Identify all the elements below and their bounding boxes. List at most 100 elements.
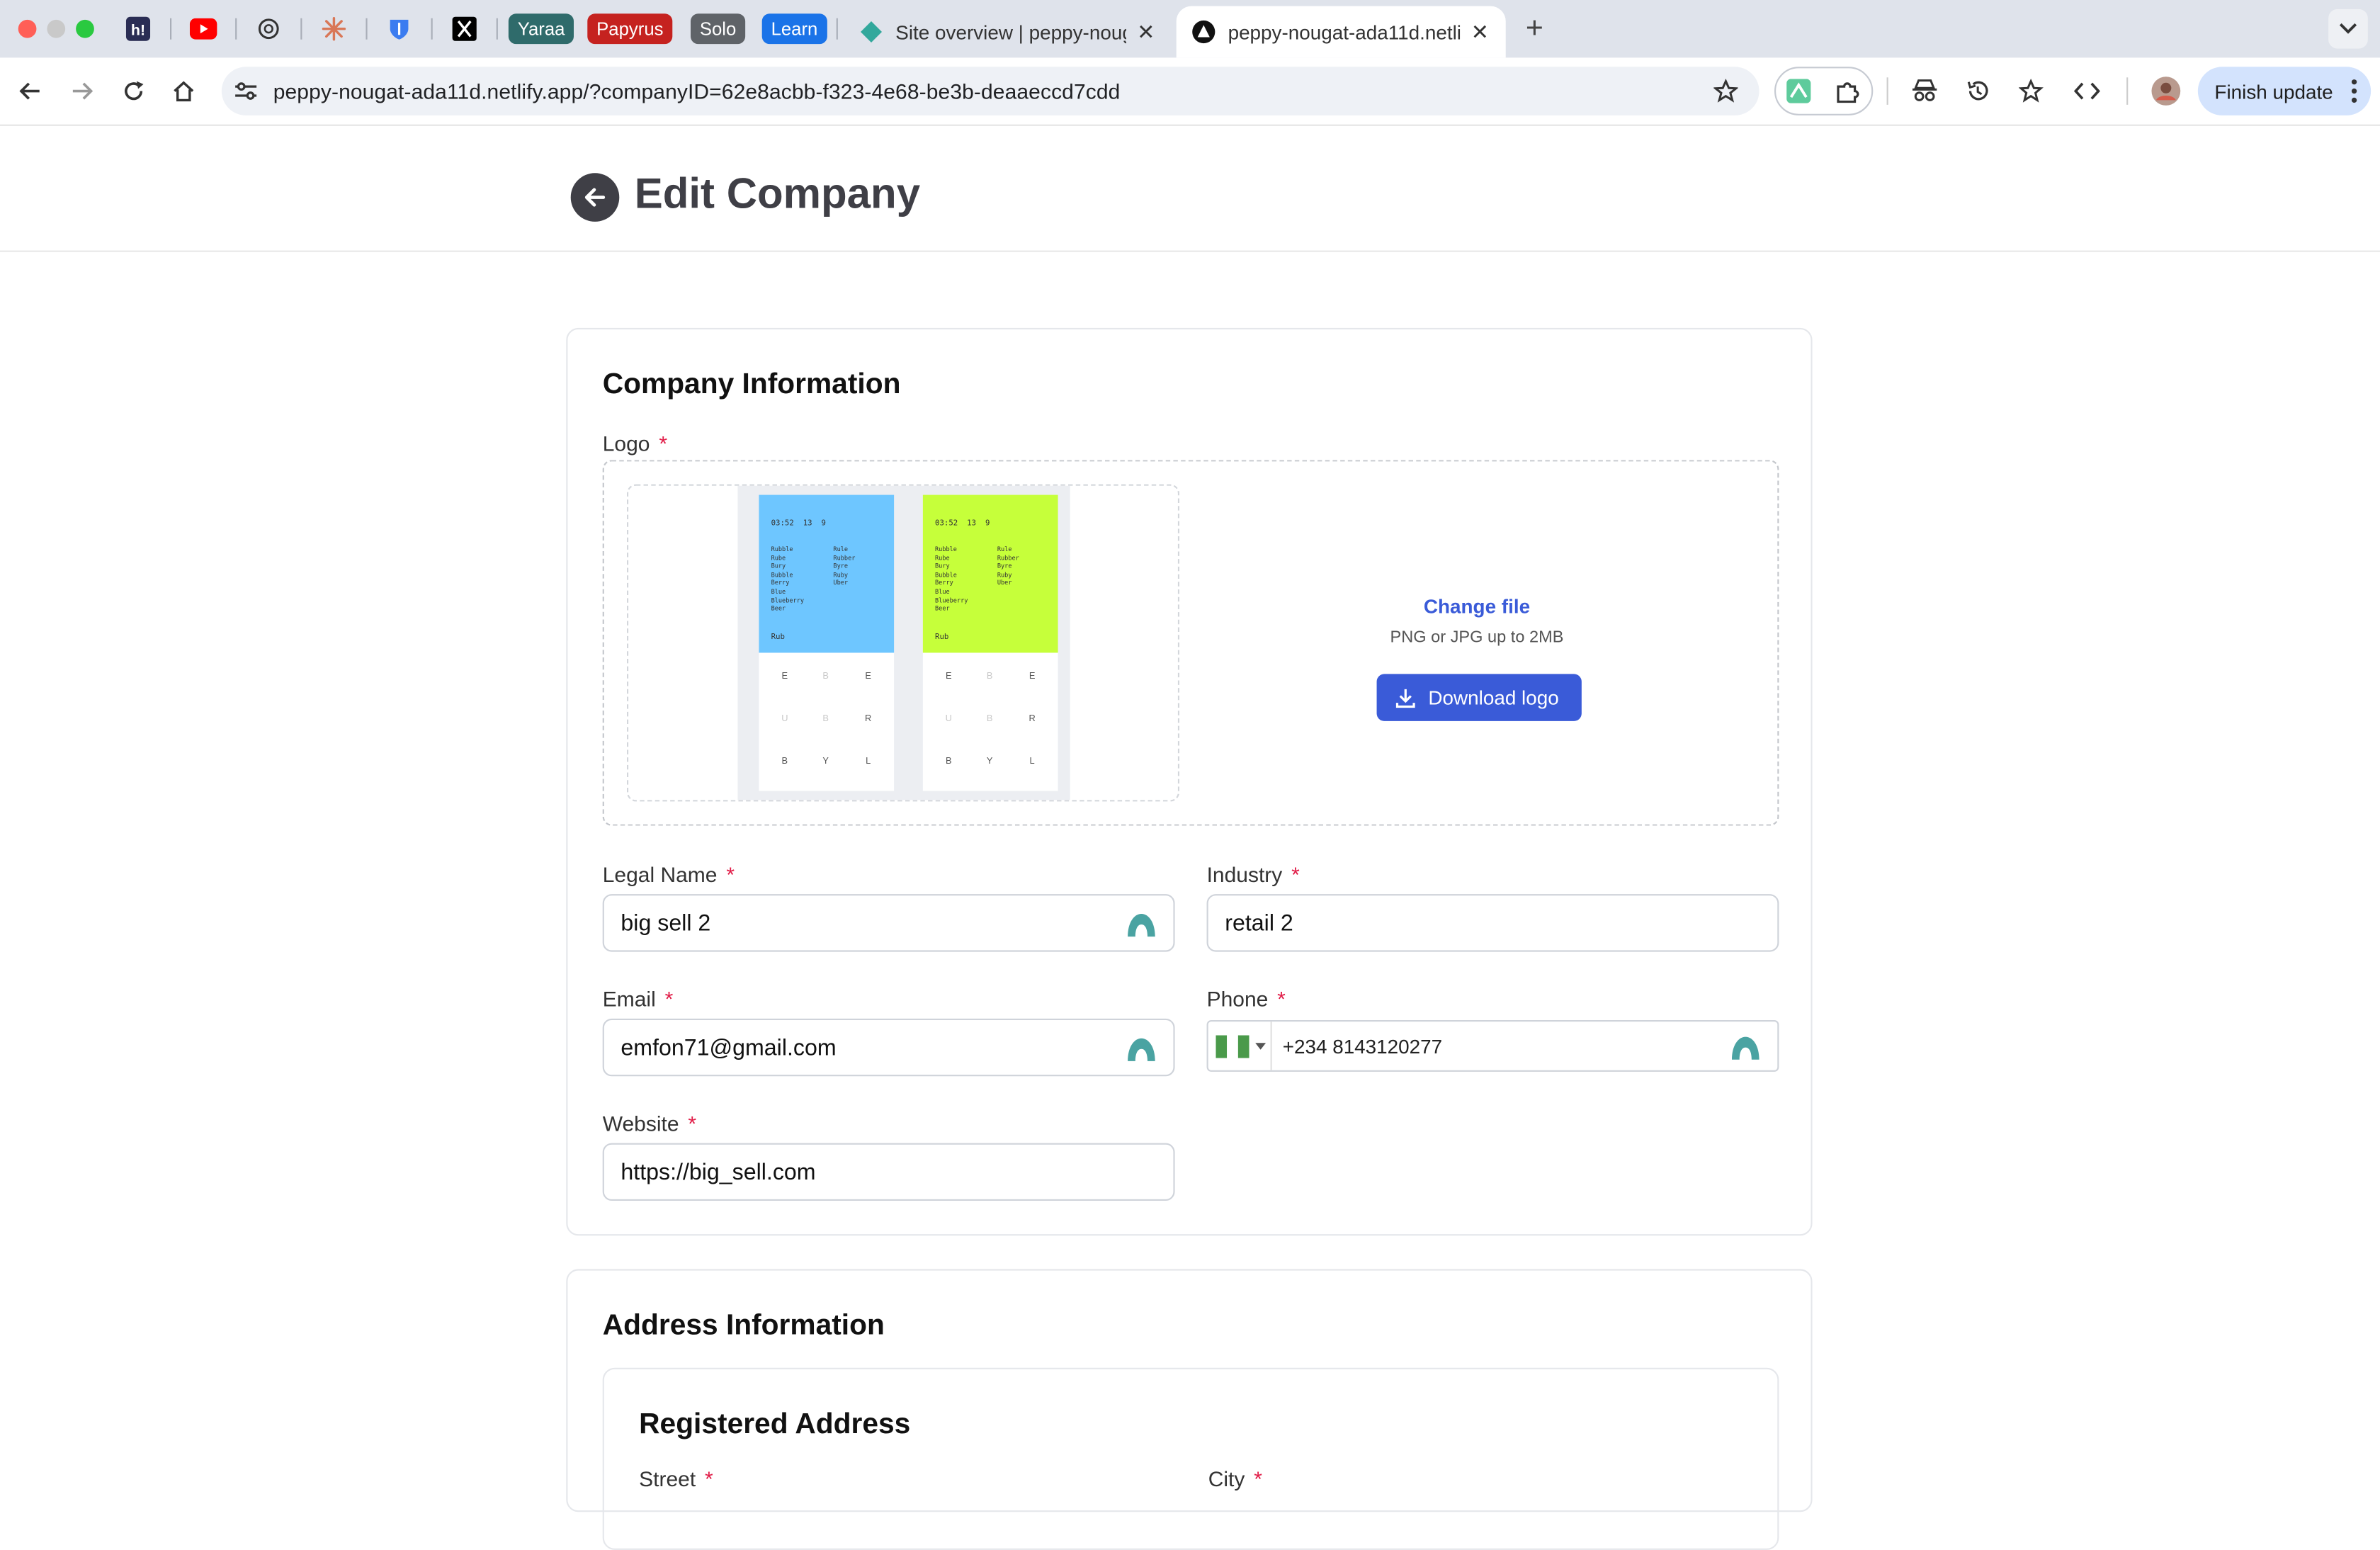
password-manager-icon[interactable] xyxy=(1730,1034,1761,1061)
home-button[interactable] xyxy=(167,74,200,108)
legal-name-input[interactable]: big sell 2 xyxy=(602,894,1175,952)
puzzle-icon[interactable] xyxy=(1835,79,1861,104)
devtools-button[interactable] xyxy=(2070,74,2104,108)
industry-value: retail 2 xyxy=(1225,910,1293,937)
pinned-tab-hashnode[interactable]: h! xyxy=(125,15,152,43)
phone-key: U xyxy=(781,715,788,725)
required-marker: * xyxy=(1291,862,1300,887)
required-marker: * xyxy=(726,862,735,887)
required-marker: * xyxy=(1277,986,1286,1012)
incognito-icon xyxy=(1912,79,1937,101)
close-icon[interactable]: ✕ xyxy=(1469,19,1490,45)
tab-search-button[interactable] xyxy=(2328,9,2368,49)
x-logo-icon xyxy=(452,16,477,41)
phone-key: E xyxy=(945,672,952,682)
hashnode-icon: h! xyxy=(125,16,151,41)
pinned-tab-x[interactable] xyxy=(450,15,478,43)
reload-button[interactable] xyxy=(117,74,150,108)
phone-time: 03:52 13 9 xyxy=(771,519,826,528)
site-favicon-icon xyxy=(1192,20,1216,44)
back-button[interactable] xyxy=(13,74,47,108)
browser-tab-strip: h! Yaraa Papyrus Solo Learn Site overvie… xyxy=(0,0,2380,58)
tab-group-learn[interactable]: Learn xyxy=(761,13,827,45)
url-text[interactable]: peppy-nougat-ada11d.netlify.app/?company… xyxy=(273,79,1121,103)
password-manager-icon[interactable] xyxy=(1126,1035,1157,1063)
phone-key: E xyxy=(865,672,871,682)
phone-key: B xyxy=(781,757,788,767)
industry-input[interactable]: retail 2 xyxy=(1206,894,1779,952)
pinned-tab-claude[interactable] xyxy=(320,15,348,43)
phone-input[interactable]: +234 8143120277 xyxy=(1206,1020,1779,1072)
required-marker: * xyxy=(659,431,668,456)
address-bar[interactable]: peppy-nougat-ada11d.netlify.app/?company… xyxy=(221,67,1760,115)
phone-footer-word: Rub xyxy=(771,633,785,643)
download-logo-button[interactable]: Download logo xyxy=(1376,674,1582,721)
tab-group-papyrus[interactable]: Papyrus xyxy=(587,13,673,45)
avatar-icon xyxy=(2151,77,2181,106)
close-icon[interactable]: ✕ xyxy=(1135,19,1157,45)
tab-title: Site overview | peppy-nougat xyxy=(895,20,1126,44)
change-file-link[interactable]: Change file xyxy=(1424,595,1530,618)
required-marker: * xyxy=(1254,1466,1262,1491)
claude-icon xyxy=(322,16,346,41)
phone-key: B xyxy=(986,672,993,682)
forward-button[interactable] xyxy=(65,74,98,108)
email-value: emfon71@gmail.com xyxy=(620,1035,837,1061)
pinned-tab-youtube[interactable] xyxy=(189,15,217,43)
address-information-heading: Address Information xyxy=(602,1310,885,1342)
tab-site-overview[interactable]: Site overview | peppy-nougat ✕ xyxy=(844,6,1172,58)
caret-down-icon xyxy=(1255,1042,1266,1049)
country-code-select[interactable] xyxy=(1208,1022,1272,1070)
bookmark-star-icon[interactable] xyxy=(1713,79,1738,103)
profile-avatar[interactable] xyxy=(2149,74,2182,108)
phone-key: E xyxy=(781,672,788,682)
pinned-tab-bitwarden[interactable] xyxy=(385,15,413,43)
zoom-window-button[interactable] xyxy=(76,19,94,38)
phone-key: R xyxy=(865,715,872,725)
new-tab-button[interactable]: + xyxy=(1519,12,1550,47)
history-icon xyxy=(1967,81,1988,101)
pinned-tab-chatgpt[interactable] xyxy=(255,15,283,43)
incognito-button[interactable] xyxy=(1908,74,1942,108)
site-settings-icon[interactable] xyxy=(234,81,258,102)
phone-footer-word: Rub xyxy=(935,633,949,643)
phone-key: L xyxy=(1029,757,1035,767)
minimize-window-button[interactable] xyxy=(47,19,66,38)
phone-key: L xyxy=(866,757,871,767)
chevron-down-icon xyxy=(2339,23,2357,34)
phone-words-left: Rubble Rube Bury Bubble Berry Blue Blueb… xyxy=(935,545,968,612)
history-button[interactable] xyxy=(1961,74,1995,108)
finish-update-button[interactable]: Finish update xyxy=(2197,67,2372,115)
phone-key: E xyxy=(1028,672,1036,682)
star-list-icon xyxy=(2019,79,2044,103)
reading-list-button[interactable] xyxy=(2016,74,2049,108)
arrow-right-icon xyxy=(72,82,94,100)
tab-peppy-nougat[interactable]: peppy-nougat-ada11d.netlify ✕ xyxy=(1176,6,1506,58)
website-input[interactable]: https://big_sell.com xyxy=(602,1143,1175,1201)
password-manager-icon[interactable] xyxy=(1126,911,1157,939)
email-field[interactable]: emfon71@gmail.com xyxy=(602,1018,1175,1077)
download-icon xyxy=(1395,688,1415,708)
reload-icon xyxy=(125,81,144,101)
phone-screen: 03:52 13 9 Rubble Rube Bury Bubble Berry… xyxy=(759,494,895,653)
logo-phone-mockup-green: 03:52 13 9 Rubble Rube Bury Bubble Berry… xyxy=(922,494,1058,791)
logo-dropzone[interactable]: 03:52 13 9 Rubble Rube Bury Bubble Berry… xyxy=(602,460,1779,826)
netlify-icon xyxy=(861,21,882,43)
nigeria-flag-icon xyxy=(1216,1034,1250,1058)
legal-name-value: big sell 2 xyxy=(620,910,711,937)
back-to-list-button[interactable] xyxy=(570,173,620,222)
tab-group-yaraa[interactable]: Yaraa xyxy=(508,13,574,45)
extension-pin-icon[interactable] xyxy=(1786,79,1811,103)
phone-label: Phone * xyxy=(1207,987,1286,1011)
phone-key: Y xyxy=(822,757,829,767)
phone-words-right: Rule Rubber Byre Ruby Uber xyxy=(833,545,856,587)
phone-key: B xyxy=(822,672,829,682)
close-window-button[interactable] xyxy=(18,19,37,38)
phone-key: B xyxy=(986,715,993,725)
phone-key: R xyxy=(1028,715,1036,725)
website-label: Website * xyxy=(603,1111,696,1136)
tab-group-solo[interactable]: Solo xyxy=(690,13,746,45)
logo-phone-mockup-blue: 03:52 13 9 Rubble Rube Bury Bubble Berry… xyxy=(759,494,895,791)
phone-key: B xyxy=(822,715,829,725)
required-marker: * xyxy=(688,1111,697,1136)
